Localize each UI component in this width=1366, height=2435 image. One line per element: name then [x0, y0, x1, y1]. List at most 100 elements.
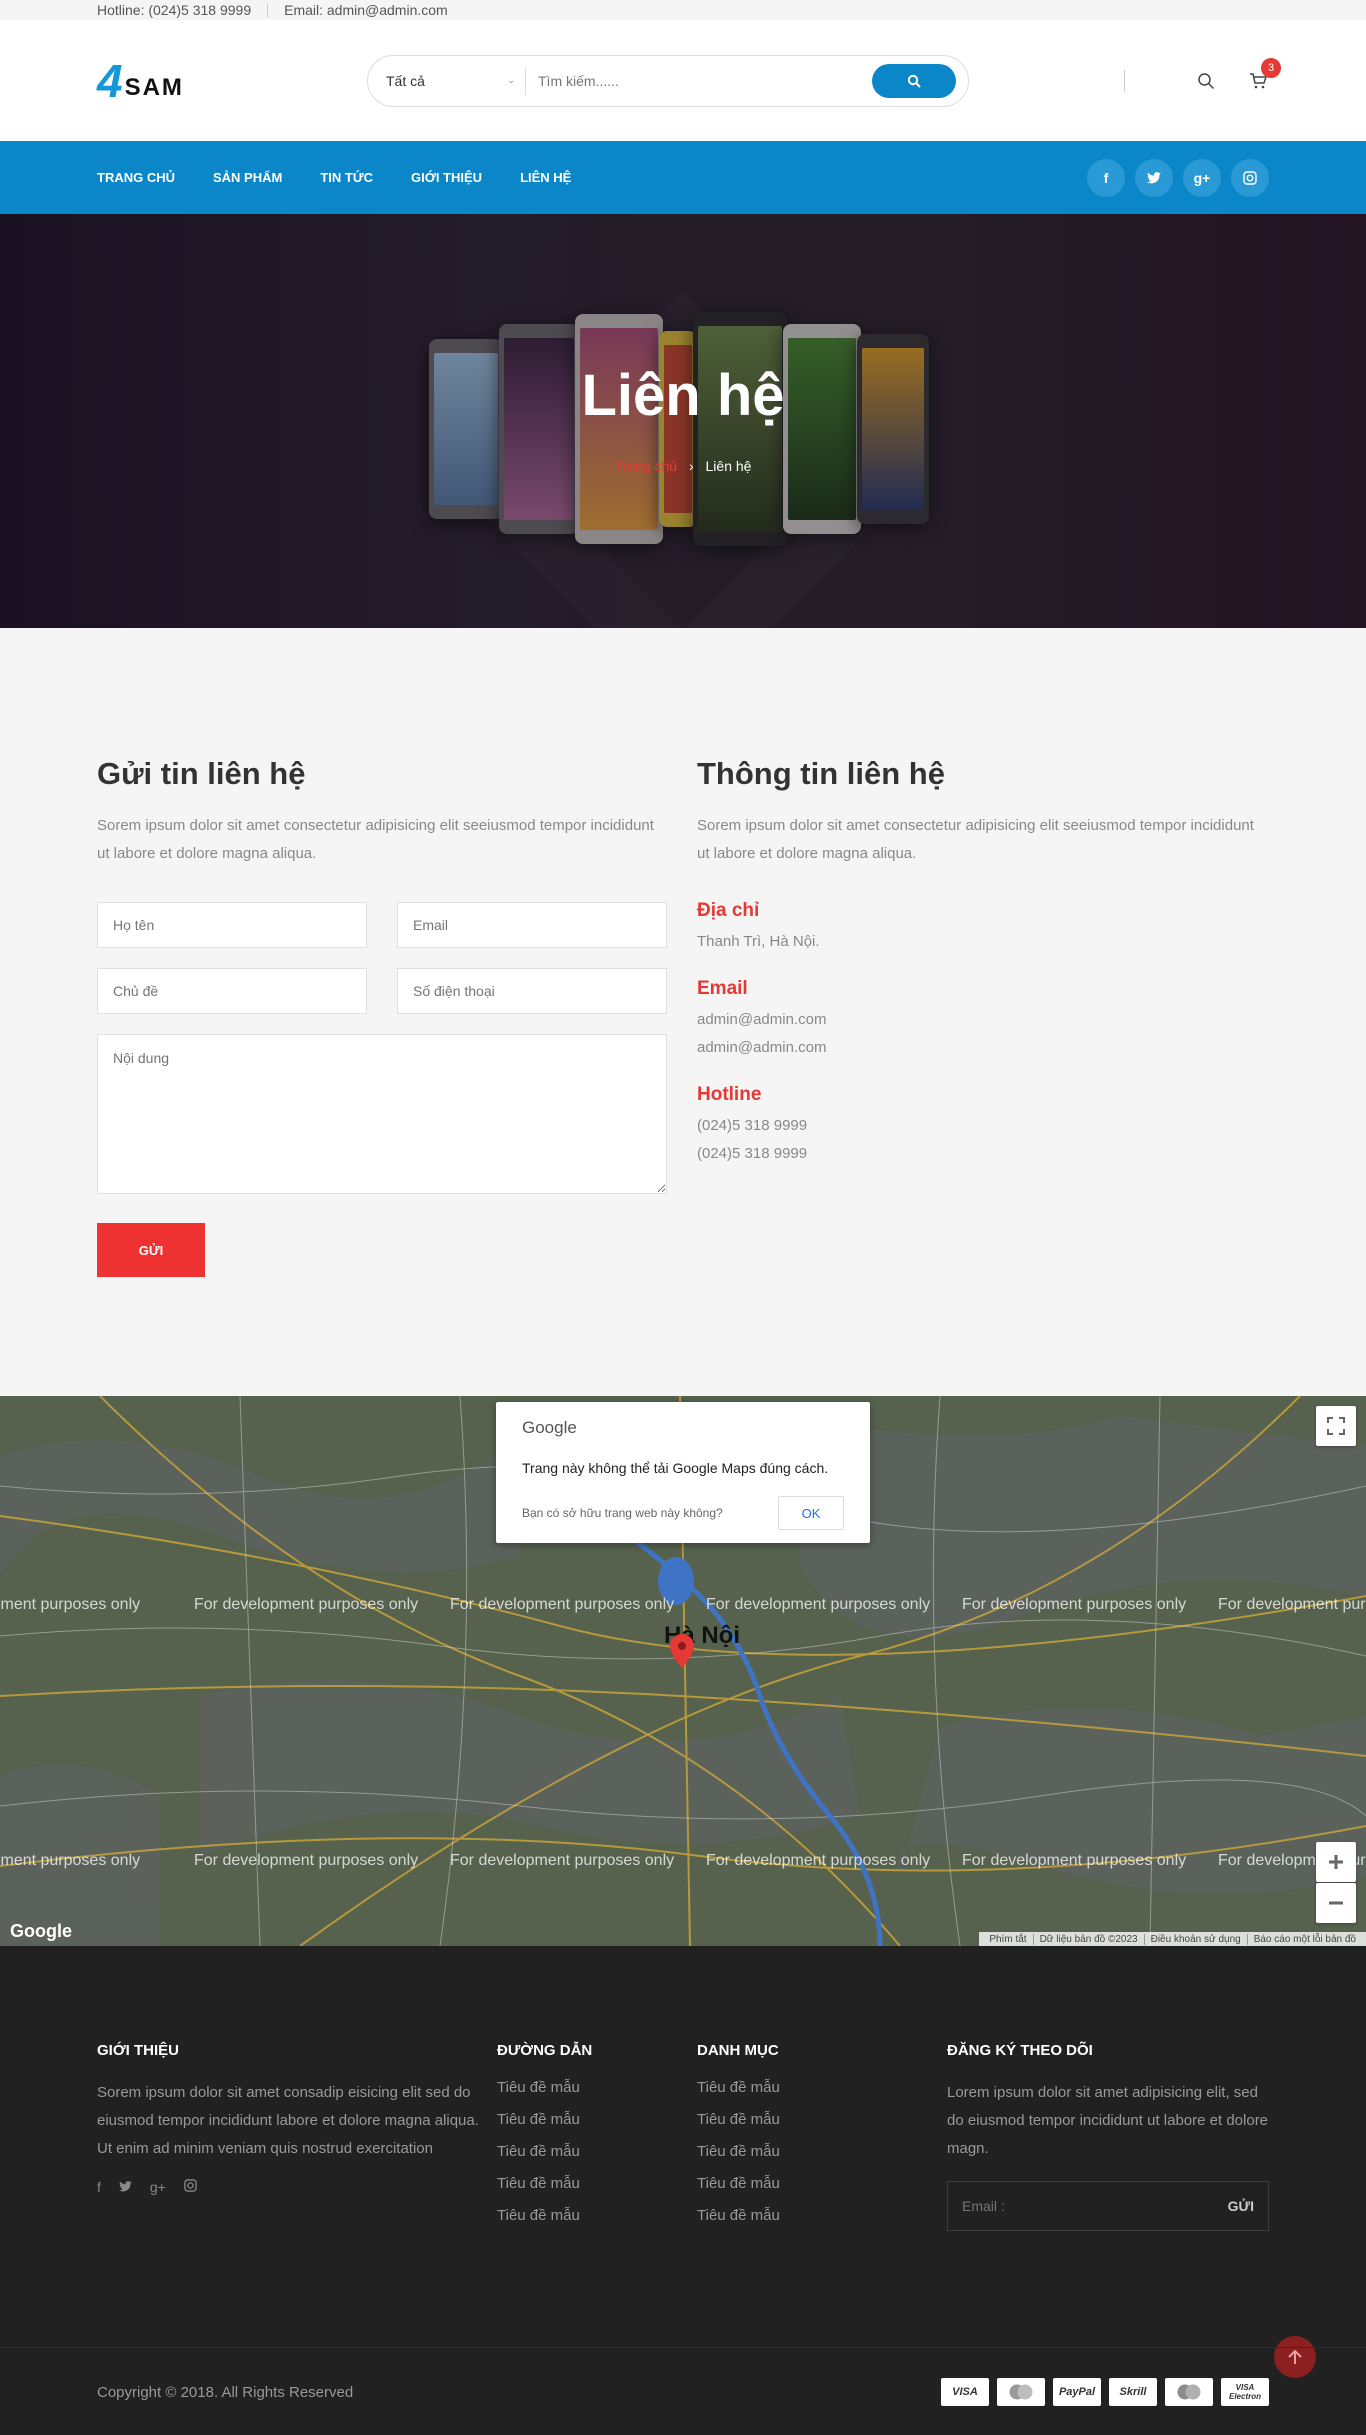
contact-section: Gửi tin liên hệ Sorem ipsum dolor sit am… — [0, 628, 1366, 1396]
maestro-icon — [1165, 2378, 1213, 2406]
google-map[interactable]: For development purposes only For develo… — [0, 1396, 1366, 1946]
search-category-select[interactable]: Tất cả ⌄ — [386, 66, 526, 95]
twitter-icon[interactable] — [118, 2179, 132, 2195]
footer-category-link[interactable]: Tiêu đề mẫu — [697, 2079, 947, 2096]
map-watermark: For development purposes only — [1218, 1596, 1366, 1613]
footer-link[interactable]: Tiêu đề mẫu — [497, 2079, 697, 2096]
message-field[interactable] — [97, 1034, 667, 1194]
page-title: Liên hệ — [581, 363, 785, 428]
logo-mark: 4 — [97, 54, 123, 107]
footer-bottom: Copyright © 2018. All Rights Reserved VI… — [0, 2347, 1366, 2435]
main-nav: TRANG CHỦ SẢN PHẨM TIN TỨC GIỚI THIỆU LI… — [0, 141, 1366, 214]
map-pin-icon[interactable] — [670, 1634, 694, 1668]
map-data-credit: Dữ liệu bản đồ ©2023 — [1032, 1933, 1144, 1945]
footer-category-link[interactable]: Tiêu đề mẫu — [697, 2207, 947, 2224]
minus-icon — [1329, 1901, 1343, 1905]
zoom-in-button[interactable] — [1316, 1842, 1356, 1882]
header-actions: 3 — [1124, 57, 1281, 92]
search-bar: Tất cả ⌄ — [367, 54, 969, 107]
map-error-dialog: Google Trang này không thể tải Google Ma… — [496, 1402, 870, 1543]
breadcrumb: Trang chủ › Liên hệ — [0, 458, 1366, 474]
footer-subscribe-title: ĐĂNG KÝ THEO DÕI — [947, 2042, 1093, 2059]
send-button[interactable]: GỬI — [97, 1223, 205, 1277]
cart-button[interactable]: 3 — [1247, 57, 1281, 92]
facebook-icon[interactable]: f — [1087, 158, 1125, 197]
phone-field[interactable] — [397, 968, 667, 1014]
topbar-hotline: Hotline: (024)5 318 9999 — [97, 2, 252, 18]
footer-subscribe: ĐĂNG KÝ THEO DÕI Lorem ipsum dolor sit a… — [947, 2042, 1269, 2239]
nav-item-about[interactable]: GIỚI THIỆU — [411, 170, 482, 185]
subject-field[interactable] — [97, 968, 367, 1014]
footer-category-link[interactable]: Tiêu đề mẫu — [697, 2111, 947, 2128]
search-icon — [1198, 72, 1215, 89]
fullscreen-button[interactable] — [1316, 1406, 1356, 1446]
facebook-icon[interactable]: f — [97, 2179, 101, 2195]
instagram-icon[interactable] — [1231, 158, 1269, 197]
dialog-brand: Google — [522, 1418, 577, 1437]
report-error-link[interactable]: Báo cáo một lỗi bản đồ — [1246, 1933, 1362, 1945]
terms-link[interactable]: Điều khoản sử dụng — [1143, 1933, 1247, 1945]
footer-category-link[interactable]: Tiêu đề mẫu — [697, 2143, 947, 2160]
google-plus-icon[interactable]: g+ — [1183, 158, 1221, 197]
search-category-label: Tất cả — [386, 72, 425, 89]
name-field[interactable] — [97, 902, 367, 948]
footer-subscribe-text: Lorem ipsum dolor sit amet adipisicing e… — [947, 2084, 1269, 2157]
nav-item-contact[interactable]: LIÊN HỆ — [520, 170, 571, 185]
copyright: Copyright © 2018. All Rights Reserved — [97, 2383, 354, 2401]
search-icon — [907, 74, 921, 88]
nav-item-news[interactable]: TIN TỨC — [320, 170, 373, 185]
dialog-message: Trang này không thể tải Google Maps đúng… — [522, 1460, 829, 1476]
google-plus-icon[interactable]: g+ — [150, 2179, 166, 2195]
subscribe-button[interactable]: GỬI — [1228, 2198, 1254, 2214]
hotline-label: Hotline — [697, 1084, 762, 1105]
footer-about: GIỚI THIỆU Sorem ipsum dolor sit amet co… — [97, 2042, 497, 2239]
form-title: Gửi tin liên hệ — [97, 756, 306, 791]
header: 4 SAM Tất cả ⌄ 3 — [0, 20, 1366, 141]
address-value: Thanh Trì, Hà Nội. — [697, 933, 820, 950]
footer-link[interactable]: Tiêu đề mẫu — [497, 2175, 697, 2192]
header-divider — [1124, 69, 1125, 92]
nav-item-products[interactable]: SẢN PHẨM — [213, 170, 282, 185]
payment-methods: VISA PayPal Skrill VISA Electron — [933, 2378, 1269, 2406]
dialog-ok-button[interactable]: OK — [778, 1496, 844, 1530]
contact-form: Gửi tin liên hệ Sorem ipsum dolor sit am… — [97, 756, 667, 1277]
visa-electron-icon: VISA Electron — [1221, 2378, 1269, 2406]
keyboard-shortcuts-link[interactable]: Phím tắt — [983, 1934, 1032, 1945]
chevron-down-icon: ⌄ — [507, 75, 515, 85]
dialog-owner-link[interactable]: Bạn có sở hữu trang web này không? — [522, 1506, 723, 1520]
site-logo[interactable]: 4 SAM — [97, 54, 367, 107]
header-search-button[interactable] — [1195, 70, 1217, 92]
footer-links: ĐƯỜNG DẪN Tiêu đề mẫu Tiêu đề mẫu Tiêu đ… — [497, 2042, 697, 2239]
footer-category-link[interactable]: Tiêu đề mẫu — [697, 2175, 947, 2192]
map-watermark: For development purposes only — [0, 1596, 141, 1613]
search-button[interactable] — [872, 63, 956, 98]
map-watermark: For development purposes only — [450, 1852, 675, 1869]
subscribe-email-input[interactable] — [962, 2198, 1228, 2214]
email-label: Email — [697, 978, 748, 999]
zoom-out-button[interactable] — [1316, 1883, 1356, 1923]
google-logo: Google — [10, 1921, 72, 1941]
search-input[interactable] — [526, 72, 872, 89]
plus-icon — [1329, 1855, 1343, 1869]
twitter-icon[interactable] — [1135, 158, 1173, 197]
map-watermark: For development purposes only — [962, 1852, 1187, 1869]
logo-text: SAM — [124, 73, 184, 101]
instagram-icon[interactable] — [184, 2179, 197, 2195]
nav-item-home[interactable]: TRANG CHỦ — [97, 170, 175, 185]
map-watermark: For development purposes only — [0, 1852, 141, 1869]
mastercard-icon — [997, 2378, 1045, 2406]
footer-link[interactable]: Tiêu đề mẫu — [497, 2111, 697, 2128]
email-value: admin@admin.com — [697, 1039, 827, 1056]
email-field[interactable] — [397, 902, 667, 948]
breadcrumb-home-link[interactable]: Trang chủ — [615, 458, 678, 474]
contact-info: Thông tin liên hệ Sorem ipsum dolor sit … — [697, 756, 1269, 1277]
footer-link[interactable]: Tiêu đề mẫu — [497, 2143, 697, 2160]
social-links: f g+ — [1077, 158, 1269, 197]
map-watermark: For development purposes only — [194, 1852, 419, 1869]
map-watermark: For development purposes only — [962, 1596, 1187, 1613]
footer-categories-title: DANH MỤC — [697, 2042, 779, 2059]
breadcrumb-current: Liên hệ — [705, 458, 752, 474]
fullscreen-icon — [1327, 1417, 1345, 1435]
footer-links-title: ĐƯỜNG DẪN — [497, 2042, 593, 2059]
footer-link[interactable]: Tiêu đề mẫu — [497, 2207, 697, 2224]
